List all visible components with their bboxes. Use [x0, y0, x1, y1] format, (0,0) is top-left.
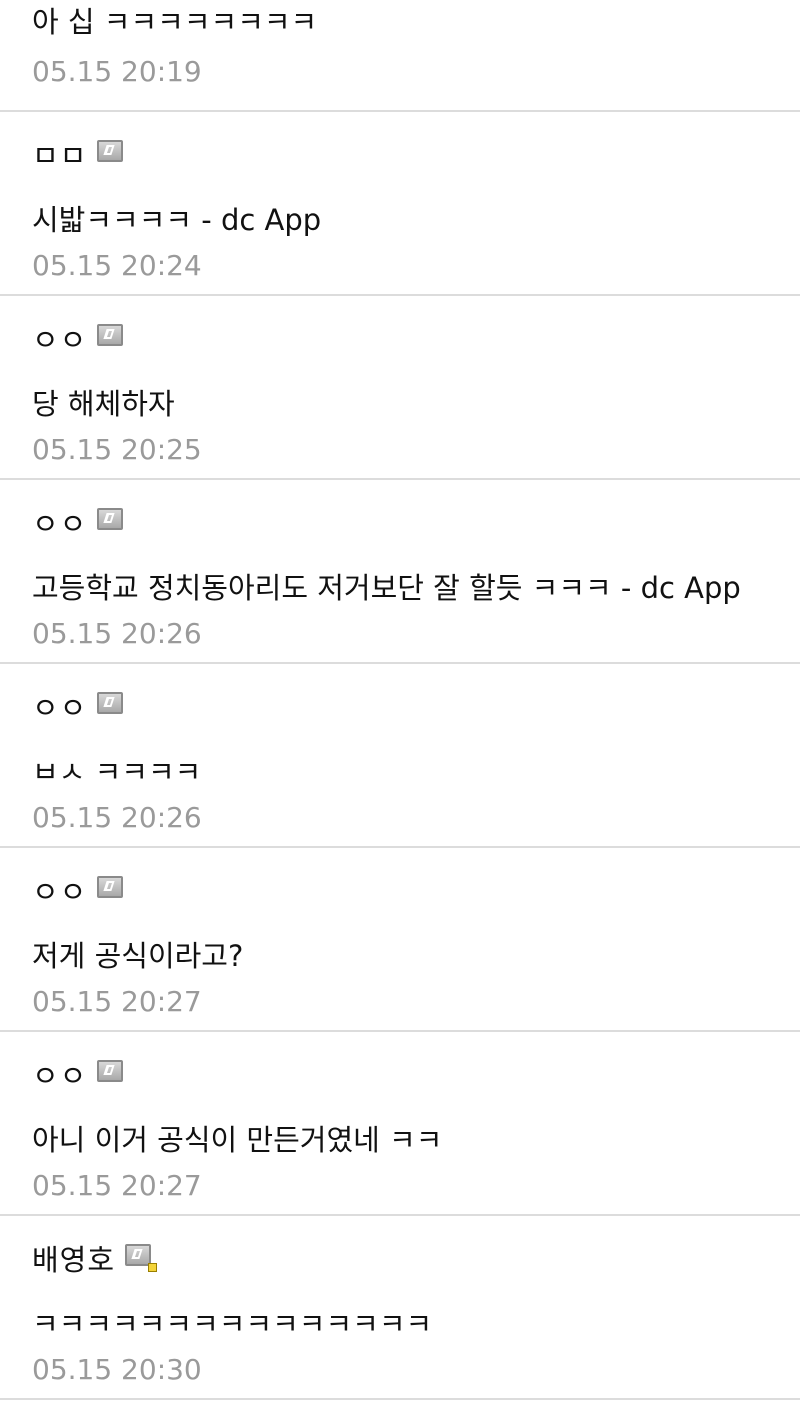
gallery-user-icon — [97, 1060, 124, 1082]
comment-author-row: ㅇㅇ — [32, 320, 124, 360]
comment-timestamp: 05.15 20:25 — [32, 433, 202, 466]
comment-author[interactable]: ㅇㅇ — [32, 688, 87, 728]
comment-author[interactable]: 배영호 — [32, 1240, 115, 1280]
comment-author-row: ㅇㅇ — [32, 688, 124, 728]
comment-timestamp: 05.15 20:27 — [32, 985, 202, 1018]
comment-list: 아 십 ㅋㅋㅋㅋㅋㅋㅋㅋ 05.15 20:19 ㅁㅁ 시밟ㅋㅋㅋㅋ - dc … — [0, 0, 800, 1400]
comment-author[interactable]: ㅇㅇ — [32, 320, 87, 360]
comment-content: 당 해체하자 — [32, 387, 175, 421]
comment-content: 고등학교 정치동아리도 저거보단 잘 할듯 ㅋㅋㅋ - dc App — [32, 571, 741, 605]
gallery-user-icon — [97, 508, 124, 530]
comment-timestamp: 05.15 20:24 — [32, 249, 202, 282]
comment-author-row: ㅇㅇ — [32, 1056, 124, 1096]
gallery-user-icon — [97, 876, 124, 898]
comment-content: ㅋㅋㅋㅋㅋㅋㅋㅋㅋㅋㅋㅋㅋㅋㅋ — [32, 1307, 433, 1341]
comment-timestamp: 05.15 20:26 — [32, 617, 202, 650]
gallery-user-icon — [97, 692, 124, 714]
comment-timestamp: 05.15 20:26 — [32, 801, 202, 834]
comment-author-row: 배영호 — [32, 1240, 158, 1280]
comment-timestamp: 05.15 20:30 — [32, 1353, 202, 1386]
comment-content: 아니 이거 공식이 만든거였네 ㅋㅋ — [32, 1123, 443, 1157]
comment-timestamp: 05.15 20:19 — [32, 55, 202, 88]
comment-item[interactable]: ㅇㅇ 당 해체하자 05.15 20:25 — [0, 296, 800, 480]
comment-author[interactable]: ㅇㅇ — [32, 1056, 87, 1096]
comment-item[interactable]: ㅇㅇ 아니 이거 공식이 만든거였네 ㅋㅋ 05.15 20:27 — [0, 1032, 800, 1216]
comment-timestamp: 05.15 20:27 — [32, 1169, 202, 1202]
comment-content: 저게 공식이라고? — [32, 939, 244, 973]
comment-item[interactable]: ㅇㅇ 고등학교 정치동아리도 저거보단 잘 할듯 ㅋㅋㅋ - dc App 05… — [0, 480, 800, 664]
gallery-user-icon — [97, 324, 124, 346]
comment-author[interactable]: ㅁㅁ — [32, 136, 87, 176]
comment-author-row: ㅁㅁ — [32, 136, 124, 176]
comment-content: 아 십 ㅋㅋㅋㅋㅋㅋㅋㅋ — [32, 5, 318, 39]
fixed-user-icon — [125, 1244, 158, 1272]
comment-item[interactable]: ㅇㅇ ㅂㅅ ㅋㅋㅋㅋ 05.15 20:26 — [0, 664, 800, 848]
comment-item[interactable]: 아 십 ㅋㅋㅋㅋㅋㅋㅋㅋ 05.15 20:19 — [0, 0, 800, 112]
comment-content: ㅂㅅ ㅋㅋㅋㅋ — [32, 755, 202, 789]
comment-author[interactable]: ㅇㅇ — [32, 504, 87, 544]
comment-item[interactable]: ㅇㅇ 저게 공식이라고? 05.15 20:27 — [0, 848, 800, 1032]
comment-author[interactable]: ㅇㅇ — [32, 872, 87, 912]
gallery-user-icon — [97, 140, 124, 162]
comment-content: 시밟ㅋㅋㅋㅋ - dc App — [32, 203, 322, 237]
comment-item[interactable]: ㅁㅁ 시밟ㅋㅋㅋㅋ - dc App 05.15 20:24 — [0, 112, 800, 296]
comment-author-row: ㅇㅇ — [32, 504, 124, 544]
comment-author-row: ㅇㅇ — [32, 872, 124, 912]
comment-item[interactable]: 배영호 ㅋㅋㅋㅋㅋㅋㅋㅋㅋㅋㅋㅋㅋㅋㅋ 05.15 20:30 — [0, 1216, 800, 1400]
